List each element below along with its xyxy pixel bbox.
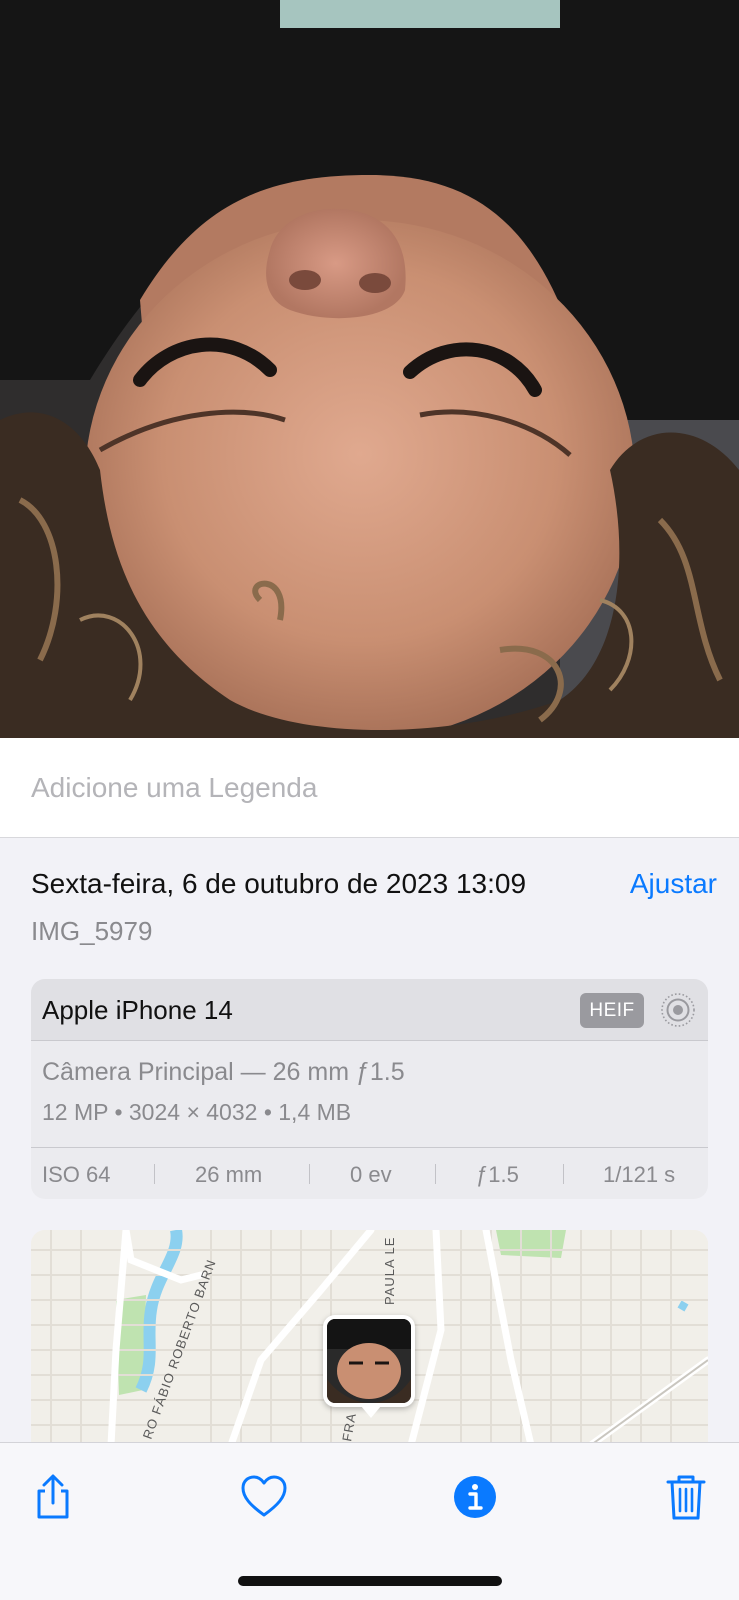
caption-area <box>0 738 739 838</box>
location-map[interactable]: RO FÁBIO ROBERTO BARN PAULA LE FRA <box>31 1230 708 1445</box>
format-badge: HEIF <box>580 993 644 1028</box>
photo-view[interactable] <box>0 0 739 738</box>
live-photo-icon <box>661 993 695 1027</box>
lens-info: Câmera Principal — 26 mm ƒ1.5 <box>42 1058 405 1086</box>
exif-divider <box>563 1164 564 1184</box>
exif-row: ISO 64 26 mm 0 ev ƒ1.5 1/121 s <box>31 1147 708 1199</box>
camera-info-card: Apple iPhone 14 HEIF Câmera Principal — … <box>31 979 708 1199</box>
map-photo-thumbnail <box>327 1319 411 1403</box>
exif-divider <box>309 1164 310 1184</box>
image-specs: 12 MP • 3024 × 4032 • 1,4 MB <box>42 1099 352 1125</box>
camera-card-header: Apple iPhone 14 HEIF <box>31 979 708 1041</box>
photo-image <box>0 0 739 738</box>
home-indicator[interactable] <box>238 1576 502 1586</box>
info-icon[interactable] <box>449 1471 501 1523</box>
bottom-toolbar <box>0 1442 739 1600</box>
focal-length-value: 26 mm <box>195 1162 263 1187</box>
iso-value: ISO 64 <box>42 1162 111 1187</box>
aperture-value: ƒ1.5 <box>476 1162 519 1187</box>
heart-icon[interactable] <box>238 1471 290 1523</box>
map-pin-pointer <box>361 1406 381 1418</box>
capture-date-time: Sexta-feira, 6 de outubro de 2023 13:09 <box>31 868 527 899</box>
map-label-street-2: PAULA LE <box>382 1237 397 1305</box>
photo-info-screen: Sexta-feira, 6 de outubro de 2023 13:09 … <box>0 0 739 1600</box>
caption-input[interactable] <box>31 768 711 808</box>
trash-icon[interactable] <box>660 1471 712 1523</box>
device-name: Apple iPhone 14 <box>42 995 233 1025</box>
exif-divider <box>154 1164 155 1184</box>
file-name: IMG_5979 <box>31 916 153 946</box>
exposure-value: 0 ev <box>350 1162 392 1187</box>
exif-divider <box>435 1164 436 1184</box>
adjust-date-button[interactable]: Ajustar <box>630 868 717 900</box>
map-photo-pin[interactable] <box>323 1315 415 1407</box>
share-icon[interactable] <box>27 1471 79 1523</box>
shutter-speed-value: 1/121 s <box>603 1162 676 1187</box>
